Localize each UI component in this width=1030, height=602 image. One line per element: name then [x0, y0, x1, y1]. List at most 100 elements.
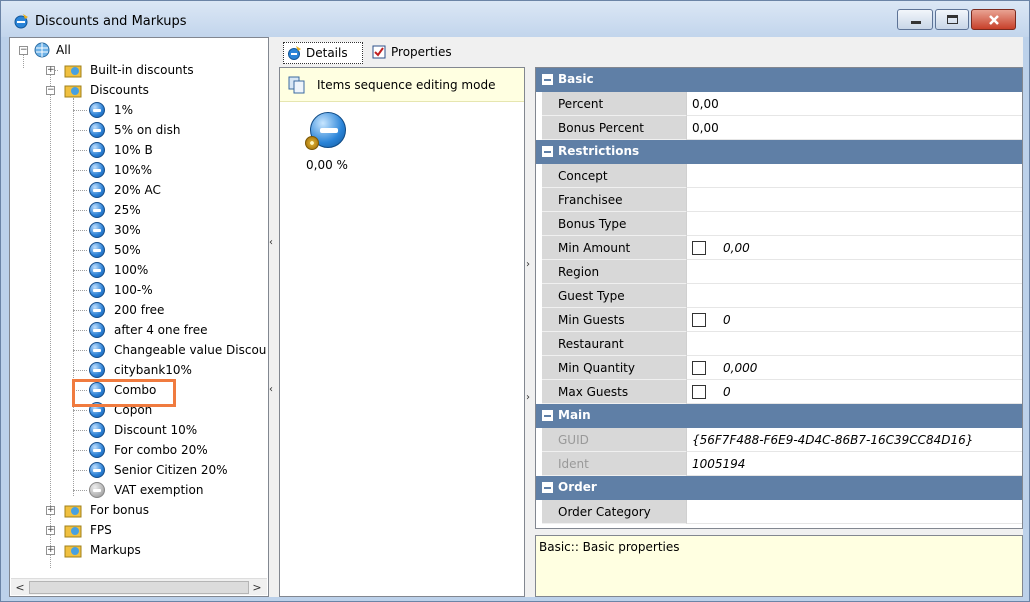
category-order[interactable]: Order	[536, 476, 1022, 500]
collapse-icon[interactable]: −	[46, 86, 55, 95]
prop-row-franchisee[interactable]: Franchisee	[536, 188, 1022, 212]
prop-row-guest-type[interactable]: Guest Type	[536, 284, 1022, 308]
expand-right-icon[interactable]: ›	[526, 392, 530, 403]
tree-item-label: citybank10%	[114, 363, 192, 377]
tree-item[interactable]: Senior Citizen 20%	[10, 461, 268, 479]
expand-icon[interactable]: +	[46, 526, 55, 535]
prop-row-guid[interactable]: GUID {56F7F488-F6E9-4D4C-86B7-16C39CC84D…	[536, 428, 1022, 452]
scroll-thumb[interactable]	[29, 581, 249, 594]
collapse-left-icon[interactable]: ‹	[269, 384, 273, 395]
close-icon	[989, 15, 999, 25]
collapse-icon[interactable]: −	[19, 46, 28, 55]
client-area: − All + Built-in discounts − Discounts 1…	[9, 37, 1023, 597]
discount-item-value: 0,00 %	[306, 158, 348, 172]
tree-item[interactable]: 5% on dish	[10, 121, 268, 139]
expand-right-icon[interactable]: ›	[526, 259, 530, 270]
tree-item-label: 200 free	[114, 303, 165, 317]
tree-item[interactable]: 50%	[10, 241, 268, 259]
discount-tree[interactable]: − All + Built-in discounts − Discounts 1…	[9, 37, 269, 597]
collapse-icon[interactable]	[542, 74, 553, 85]
maximize-button[interactable]	[935, 9, 969, 30]
max-guests-checkbox[interactable]	[692, 385, 706, 399]
app-window: Discounts and Markups − All + Built-in d…	[0, 0, 1030, 602]
tree-item[interactable]: 20% AC	[10, 181, 268, 199]
tree-item[interactable]: 30%	[10, 221, 268, 239]
tab-properties[interactable]: Properties	[369, 42, 469, 64]
window-title: Discounts and Markups	[35, 14, 187, 29]
category-restrictions[interactable]: Restrictions	[536, 140, 1022, 164]
tree-group-markups[interactable]: + Markups	[10, 541, 230, 559]
prop-row-restaurant[interactable]: Restaurant	[536, 332, 1022, 356]
tree-item[interactable]: after 4 one free	[10, 321, 268, 339]
min-amount-checkbox[interactable]	[692, 241, 706, 255]
min-guests-checkbox[interactable]	[692, 313, 706, 327]
tree-item-label: 10% B	[114, 143, 153, 157]
tree-item[interactable]: 100%	[10, 261, 268, 279]
tree-group-forbonus[interactable]: + For bonus	[10, 501, 230, 519]
tree-item[interactable]: 10%%	[10, 161, 268, 179]
tree-horizontal-scrollbar[interactable]: < >	[11, 578, 267, 595]
left-splitter[interactable]: ‹ ‹	[269, 37, 279, 597]
expand-icon[interactable]: +	[46, 66, 55, 75]
tree-item[interactable]: 100-%	[10, 281, 268, 299]
percent-value[interactable]: 0,00	[692, 97, 719, 111]
tree-item[interactable]: 10% B	[10, 141, 268, 159]
scroll-right-icon[interactable]: >	[249, 580, 265, 595]
discount-icon	[89, 302, 105, 318]
minimize-button[interactable]	[897, 9, 933, 30]
tree-group-discounts[interactable]: − Discounts	[10, 81, 230, 99]
collapse-icon[interactable]	[542, 410, 553, 421]
discount-icon	[89, 182, 105, 198]
tree-item[interactable]: VAT exemption	[10, 481, 268, 499]
tree-item[interactable]: Discount 10%	[10, 421, 268, 439]
discount-icon	[89, 322, 105, 338]
collapse-left-icon[interactable]: ‹	[269, 237, 273, 248]
category-main[interactable]: Main	[536, 404, 1022, 428]
bonus-percent-value[interactable]: 0,00	[692, 121, 719, 135]
prop-row-concept[interactable]: Concept	[536, 164, 1022, 188]
collapse-icon[interactable]	[542, 146, 553, 157]
tree-item[interactable]: For combo 20%	[10, 441, 268, 459]
tree-group-fps[interactable]: + FPS	[10, 521, 230, 539]
prop-row-ident[interactable]: Ident 1005194	[536, 452, 1022, 476]
prop-row-order-category[interactable]: Order Category	[536, 500, 1022, 524]
prop-row-bonus-type[interactable]: Bonus Type	[536, 212, 1022, 236]
discount-icon	[89, 162, 105, 178]
close-button[interactable]	[971, 9, 1016, 30]
prop-row-max-guests[interactable]: Max Guests 0	[536, 380, 1022, 404]
tree-item[interactable]: 25%	[10, 201, 268, 219]
expand-icon[interactable]: +	[46, 506, 55, 515]
category-basic[interactable]: Basic	[536, 68, 1022, 92]
prop-row-region[interactable]: Region	[536, 260, 1022, 284]
min-quantity-checkbox[interactable]	[692, 361, 706, 375]
discount-icon	[89, 482, 105, 498]
discount-icon	[89, 222, 105, 238]
tree-item[interactable]: 1%	[10, 101, 268, 119]
tree-item[interactable]: Changeable value Discou	[10, 341, 268, 359]
prop-row-min-amount[interactable]: Min Amount 0,00	[536, 236, 1022, 260]
prop-row-min-guests[interactable]: Min Guests 0	[536, 308, 1022, 332]
properties-icon	[372, 45, 386, 59]
details-panel: Items sequence editing mode 0,00 %	[279, 67, 525, 597]
tab-details[interactable]: Details	[283, 42, 363, 64]
scroll-left-icon[interactable]: <	[12, 580, 28, 595]
discount-icon	[89, 262, 105, 278]
sequence-mode-bar[interactable]: Items sequence editing mode	[280, 68, 524, 102]
prop-row-bonus-percent[interactable]: Bonus Percent 0,00	[536, 116, 1022, 140]
prop-row-min-quantity[interactable]: Min Quantity 0,000	[536, 356, 1022, 380]
tree-item-label: Changeable value Discou	[114, 343, 267, 357]
tree-group-builtin[interactable]: + Built-in discounts	[10, 61, 230, 79]
prop-row-percent[interactable]: Percent 0,00	[536, 92, 1022, 116]
tree-item-label: 20% AC	[114, 183, 161, 197]
tree-item[interactable]: 200 free	[10, 301, 268, 319]
discount-icon	[89, 142, 105, 158]
collapse-icon[interactable]	[542, 482, 553, 493]
ident-value: 1005194	[692, 457, 746, 471]
right-splitter[interactable]: › ›	[525, 37, 535, 597]
tree-item-label: 50%	[114, 243, 141, 257]
tree-item[interactable]: citybank10%	[10, 361, 268, 379]
discount-icon	[89, 442, 105, 458]
expand-icon[interactable]: +	[46, 546, 55, 555]
tree-root[interactable]: − All	[10, 41, 210, 59]
tree-item-label: 5% on dish	[114, 123, 181, 137]
